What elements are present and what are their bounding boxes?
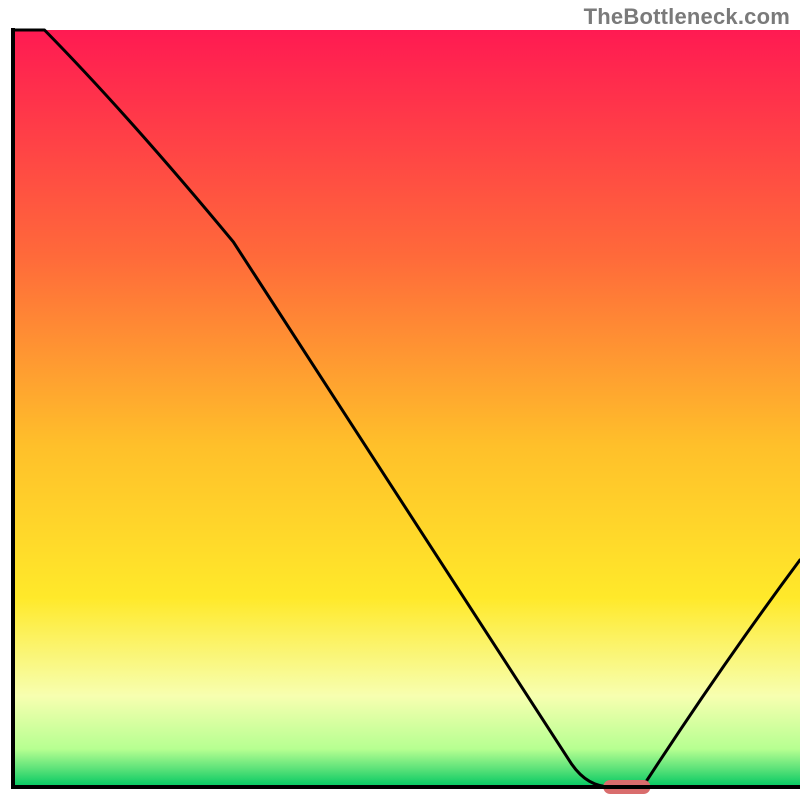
watermark-label: TheBottleneck.com xyxy=(584,4,790,30)
plot-area xyxy=(13,30,800,794)
chart-svg xyxy=(0,0,800,800)
bottleneck-chart: TheBottleneck.com xyxy=(0,0,800,800)
gradient-background xyxy=(13,30,800,787)
